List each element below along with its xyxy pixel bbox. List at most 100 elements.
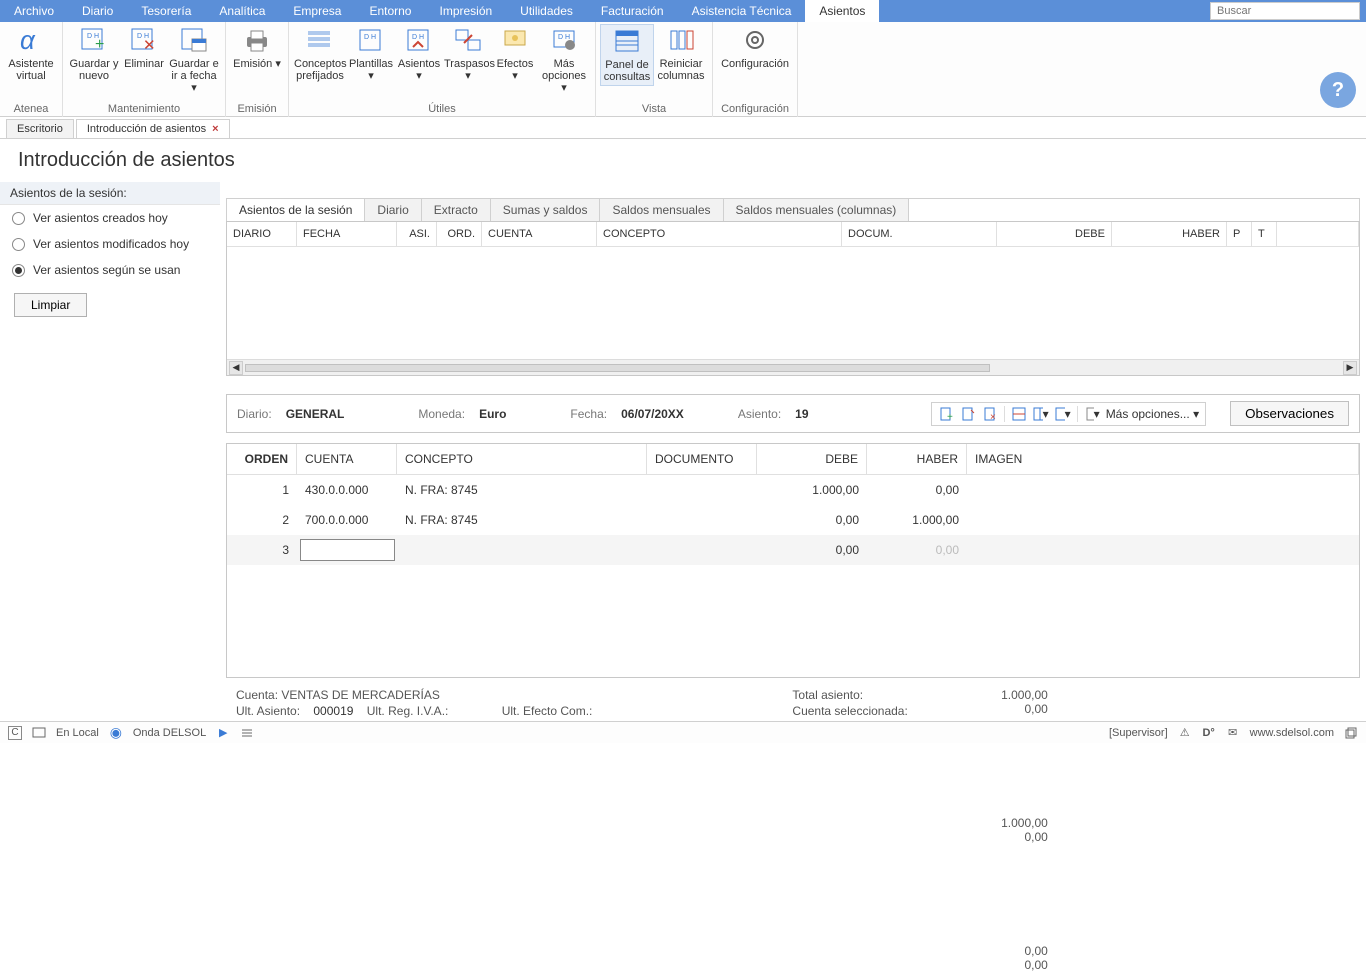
mail-icon[interactable]: ✉	[1226, 726, 1240, 740]
alpha-icon: α	[15, 26, 47, 54]
reiniciar-columnas-button[interactable]: Reiniciar columnas	[654, 24, 708, 84]
save-new-icon: D H+	[78, 26, 110, 54]
col-haber[interactable]: HABER	[1112, 222, 1227, 246]
scroll-left-icon[interactable]: ◀	[229, 361, 243, 375]
d-icon[interactable]: D°	[1202, 726, 1216, 740]
dup-doc-icon[interactable]	[960, 406, 976, 422]
h-scrollbar[interactable]: ◀ ▶	[227, 359, 1359, 375]
col-asi[interactable]: ASI.	[397, 222, 437, 246]
scroll-thumb[interactable]	[245, 364, 990, 372]
col-fecha[interactable]: FECHA	[297, 222, 397, 246]
menu-analitica[interactable]: Analítica	[205, 0, 279, 22]
doc-ico4[interactable]: ▾	[1084, 406, 1100, 422]
col-cuenta[interactable]: CUENTA	[482, 222, 597, 246]
cuenta-input[interactable]	[300, 539, 395, 561]
col-docum[interactable]: DOCUM.	[842, 222, 997, 246]
sb-web[interactable]: www.sdelsol.com	[1250, 727, 1334, 739]
radio-segun-usan[interactable]: Ver asientos según se usan	[0, 257, 220, 283]
sb-box-icon[interactable]	[32, 726, 46, 740]
col-concepto[interactable]: CONCEPTO	[597, 222, 842, 246]
menu-icon[interactable]	[240, 726, 254, 740]
menu-impresion[interactable]: Impresión	[425, 0, 506, 22]
menu-entorno[interactable]: Entorno	[355, 0, 425, 22]
table-row[interactable]: 1 430.0.0.000 N. FRA: 8745 1.000,00 0,00	[227, 475, 1359, 505]
itab-sumas[interactable]: Sumas y saldos	[491, 199, 601, 221]
panel-icon	[611, 27, 643, 55]
tab-escritorio[interactable]: Escritorio	[6, 119, 74, 138]
radio-creados-hoy[interactable]: Ver asientos creados hoy	[0, 205, 220, 231]
itab-saldos[interactable]: Saldos mensuales	[600, 199, 723, 221]
lower-grid: ORDEN CUENTA CONCEPTO DOCUMENTO DEBE HAB…	[226, 443, 1360, 678]
plantillas-button[interactable]: D H Plantillas ▾	[347, 24, 395, 84]
lcol-imagen[interactable]: IMAGEN	[967, 444, 1359, 474]
menu-facturacion[interactable]: Facturación	[587, 0, 678, 22]
more-options-dropdown[interactable]: Más opciones... ▾	[1106, 407, 1199, 421]
moneda-label: Moneda:	[418, 407, 465, 421]
wifi-icon[interactable]: ◉	[109, 726, 123, 740]
list-icon	[304, 26, 336, 54]
observaciones-button[interactable]: Observaciones	[1230, 401, 1349, 426]
col-ord[interactable]: ORD.	[437, 222, 482, 246]
limpiar-button[interactable]: Limpiar	[14, 293, 87, 317]
svg-text:+: +	[947, 412, 953, 421]
entry-toolbar: + × ▾ ▾ ▾ Más opciones... ▾	[931, 402, 1206, 426]
mas-opciones-button[interactable]: D H Más opciones ▾	[537, 24, 591, 96]
reset-columns-icon	[665, 26, 697, 54]
tab-introduccion-asientos[interactable]: Introducción de asientos×	[76, 119, 230, 138]
side-panel: Asientos de la sesión: Ver asientos crea…	[0, 182, 220, 762]
asientos-util-button[interactable]: D H Asientos ▾	[395, 24, 443, 84]
radio-modificados-hoy[interactable]: Ver asientos modificados hoy	[0, 231, 220, 257]
menu-empresa[interactable]: Empresa	[279, 0, 355, 22]
menu-utilidades[interactable]: Utilidades	[506, 0, 587, 22]
transfer-icon	[452, 26, 484, 54]
new-doc-icon[interactable]: +	[938, 406, 954, 422]
table-row[interactable]: 2 700.0.0.000 N. FRA: 8745 0,00 1.000,00	[227, 505, 1359, 535]
lcol-concepto[interactable]: CONCEPTO	[397, 444, 647, 474]
search-input[interactable]	[1210, 2, 1360, 20]
play-icon[interactable]: ▶	[216, 726, 230, 740]
configuracion-button[interactable]: Configuración	[717, 24, 793, 72]
scroll-right-icon[interactable]: ▶	[1343, 361, 1357, 375]
grid-ico3[interactable]: ▾	[1055, 406, 1071, 422]
effects-icon	[499, 26, 531, 54]
menu-archivo[interactable]: Archivo	[0, 0, 68, 22]
lcol-documento[interactable]: DOCUMENTO	[647, 444, 757, 474]
help-button[interactable]: ?	[1320, 72, 1356, 108]
menu-asientos[interactable]: Asientos	[805, 0, 879, 22]
efectos-button[interactable]: Efectos ▾	[493, 24, 537, 84]
menu-asistencia[interactable]: Asistencia Técnica	[678, 0, 806, 22]
itab-extracto[interactable]: Extracto	[422, 199, 491, 221]
conceptos-button[interactable]: Conceptos prefijados	[293, 24, 347, 84]
grid-ico1[interactable]	[1011, 406, 1027, 422]
lcol-haber[interactable]: HABER	[867, 444, 967, 474]
itab-saldos-col[interactable]: Saldos mensuales (columnas)	[724, 199, 910, 221]
menu-tesoreria[interactable]: Tesorería	[127, 0, 205, 22]
sb-onda[interactable]: Onda DELSOL	[133, 727, 206, 739]
eliminar-button[interactable]: D H✕ Eliminar	[121, 24, 167, 72]
lcol-cuenta[interactable]: CUENTA	[297, 444, 397, 474]
menu-diario[interactable]: Diario	[68, 0, 127, 22]
itab-sesion[interactable]: Asientos de la sesión	[227, 199, 365, 221]
emision-button[interactable]: Emisión ▾	[230, 24, 284, 72]
del-doc-icon[interactable]: ×	[982, 406, 998, 422]
lcol-orden[interactable]: ORDEN	[227, 444, 297, 474]
warning-icon[interactable]: ⚠	[1178, 726, 1192, 740]
grid-ico2[interactable]: ▾	[1033, 406, 1049, 422]
sb-c-icon[interactable]: C	[8, 726, 22, 740]
panel-consultas-button[interactable]: Panel de consultas	[600, 24, 654, 86]
col-p[interactable]: P	[1227, 222, 1252, 246]
close-tab-icon[interactable]: ×	[212, 123, 218, 135]
guardar-fecha-button[interactable]: Guardar e ir a fecha ▾	[167, 24, 221, 96]
traspasos-button[interactable]: Traspasos ▾	[443, 24, 493, 84]
col-debe[interactable]: DEBE	[997, 222, 1112, 246]
asistente-virtual-button[interactable]: α Asistente virtual	[4, 24, 58, 84]
guardar-y-nuevo-button[interactable]: D H+ Guardar y nuevo	[67, 24, 121, 84]
table-row-editing[interactable]: 3 0,00 0,00	[227, 535, 1359, 565]
window-icon[interactable]	[1344, 726, 1358, 740]
sb-supervisor: [Supervisor]	[1109, 727, 1168, 739]
lcol-debe[interactable]: DEBE	[757, 444, 867, 474]
diario-label: Diario:	[237, 407, 272, 421]
col-diario[interactable]: DIARIO	[227, 222, 297, 246]
col-t[interactable]: T	[1252, 222, 1277, 246]
itab-diario[interactable]: Diario	[365, 199, 421, 221]
